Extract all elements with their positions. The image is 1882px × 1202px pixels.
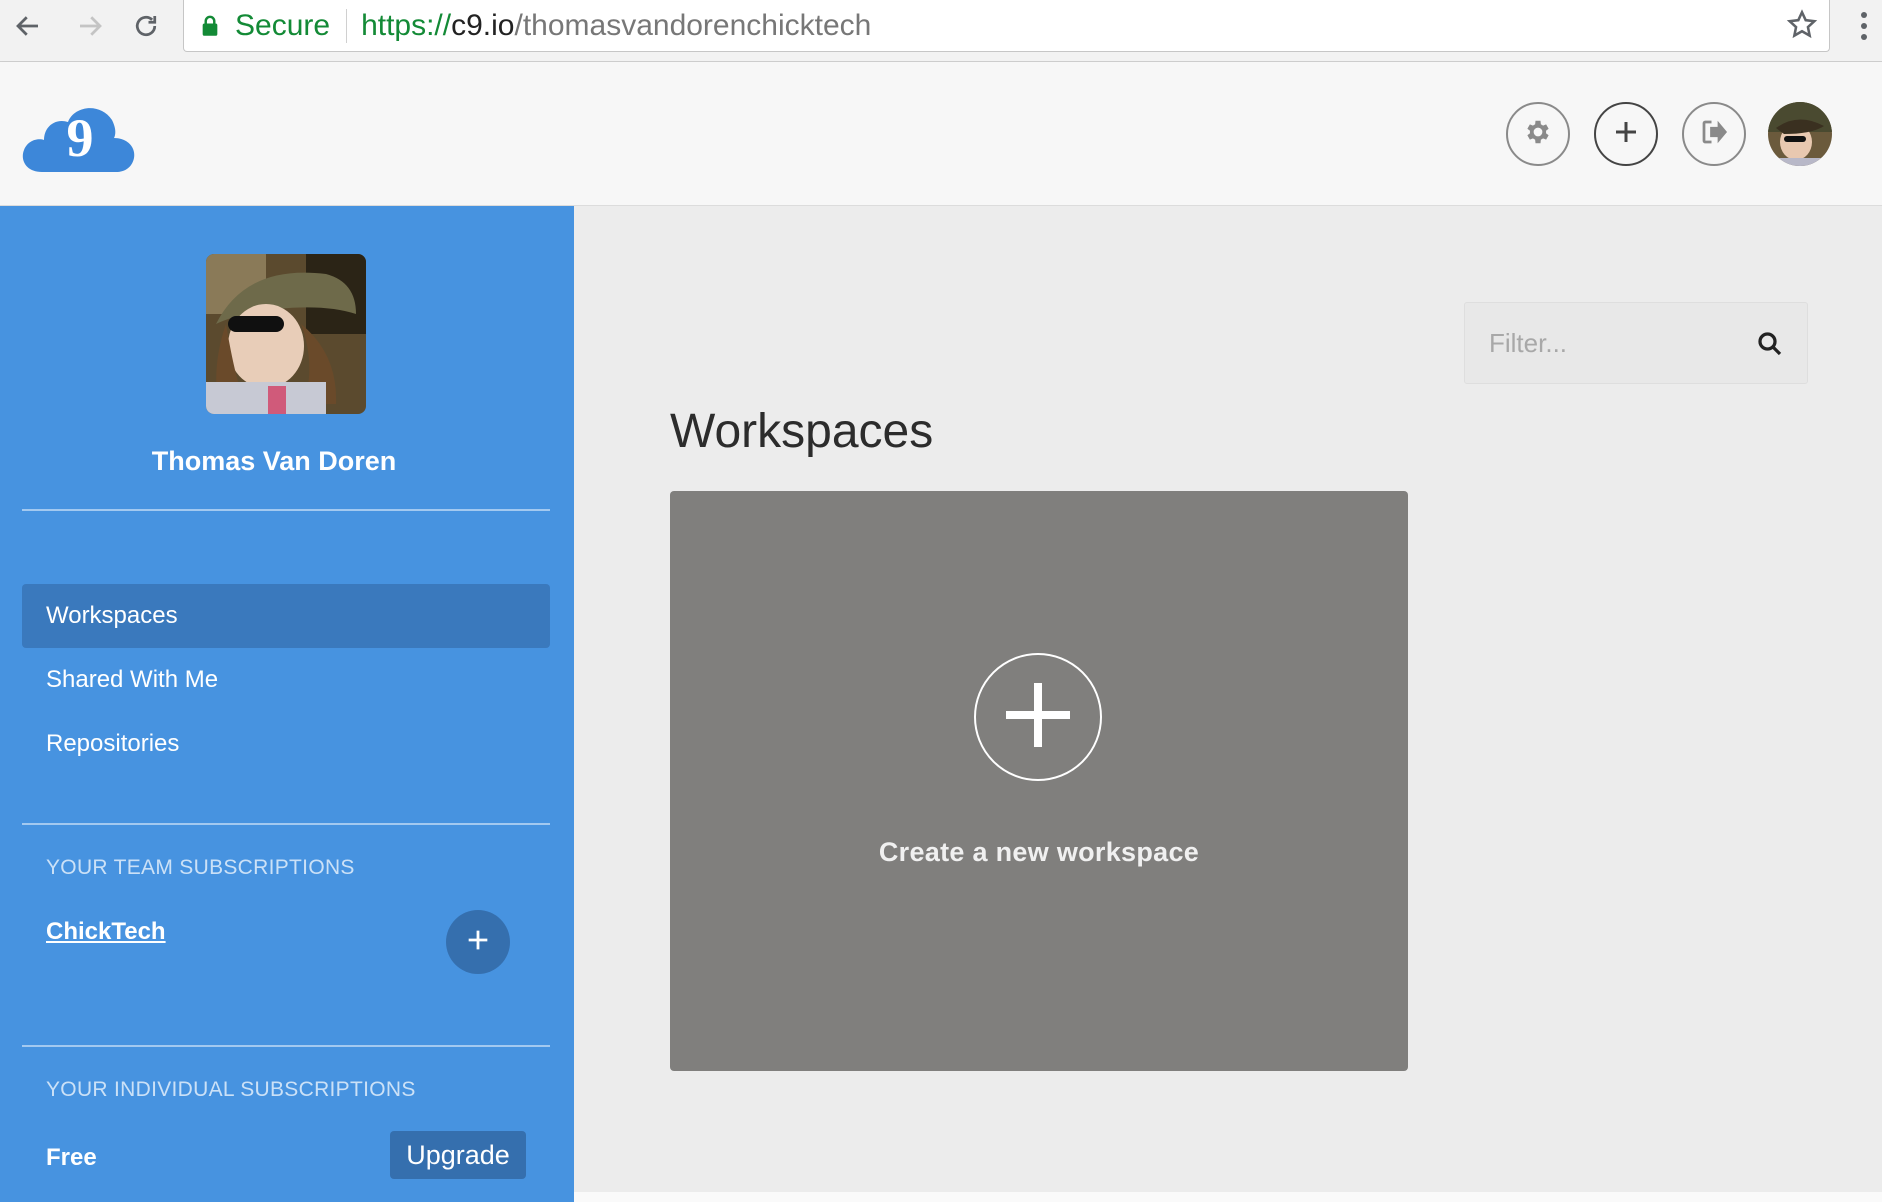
browser-toolbar: Secure https://c9.io/thomasvandorenchick… [0,0,1882,62]
url-host: c9.io [451,8,515,42]
url-scheme: https:// [361,8,452,42]
sidebar-item-label: Workspaces [46,602,178,629]
create-workspace-circle [974,653,1102,781]
browser-menu-icon[interactable] [1854,8,1874,44]
sidebar-item-shared-with-me[interactable]: Shared With Me [22,648,550,712]
bookmark-star-icon[interactable] [1785,8,1819,42]
omnibox-divider [346,8,348,43]
plus-icon [1002,679,1074,756]
sidebar-item-workspaces[interactable]: Workspaces [22,584,550,648]
sidebar-divider [22,1045,550,1047]
new-workspace-button[interactable] [1594,102,1658,166]
sidebar-item-repositories[interactable]: Repositories [22,712,550,776]
lock-icon [201,13,223,39]
individual-subscriptions-heading: YOUR INDIVIDUAL SUBSCRIPTIONS [46,1078,416,1101]
team-link-chicktech[interactable]: ChickTech [46,918,166,946]
forward-arrow-icon[interactable] [70,6,110,46]
settings-button[interactable] [1506,102,1570,166]
app-header: 9 [0,62,1882,206]
sidebar-divider [22,509,550,511]
sidebar-item-label: Shared With Me [46,666,219,693]
filter-box [1464,302,1808,384]
secure-label: Secure [235,8,331,42]
url-path: /thomasvandorenchicktech [514,8,872,42]
profile-photo [206,254,366,414]
plan-label: Free [46,1144,97,1171]
search-icon[interactable] [1755,329,1785,359]
sign-out-icon [1699,117,1729,152]
sidebar: Thomas Van Doren Workspaces Shared With … [0,206,574,1202]
sidebar-divider [22,823,550,825]
main-content: Workspaces Create a new workspace [574,206,1882,1192]
plus-icon [464,926,492,959]
page-title: Workspaces [670,405,934,458]
address-bar[interactable]: Secure https://c9.io/thomasvandorenchick… [183,0,1830,52]
bottom-strip [574,1192,1882,1202]
gear-icon [1523,117,1553,152]
filter-input[interactable] [1489,327,1759,359]
plus-icon [1611,117,1641,152]
reload-icon[interactable] [126,6,166,46]
profile-name: Thomas Van Doren [151,446,397,476]
user-avatar[interactable] [1768,102,1832,166]
add-team-button[interactable] [446,910,510,974]
sign-out-button[interactable] [1682,102,1746,166]
team-subscriptions-heading: YOUR TEAM SUBSCRIPTIONS [46,856,355,879]
create-workspace-card[interactable]: Create a new workspace [670,491,1408,1071]
create-workspace-label: Create a new workspace [878,837,1200,867]
upgrade-button[interactable]: Upgrade [390,1131,526,1179]
back-arrow-icon[interactable] [8,6,48,46]
cloud9-logo[interactable]: 9 [20,96,138,176]
svg-text:9: 9 [67,108,94,168]
sidebar-item-label: Repositories [46,730,180,757]
